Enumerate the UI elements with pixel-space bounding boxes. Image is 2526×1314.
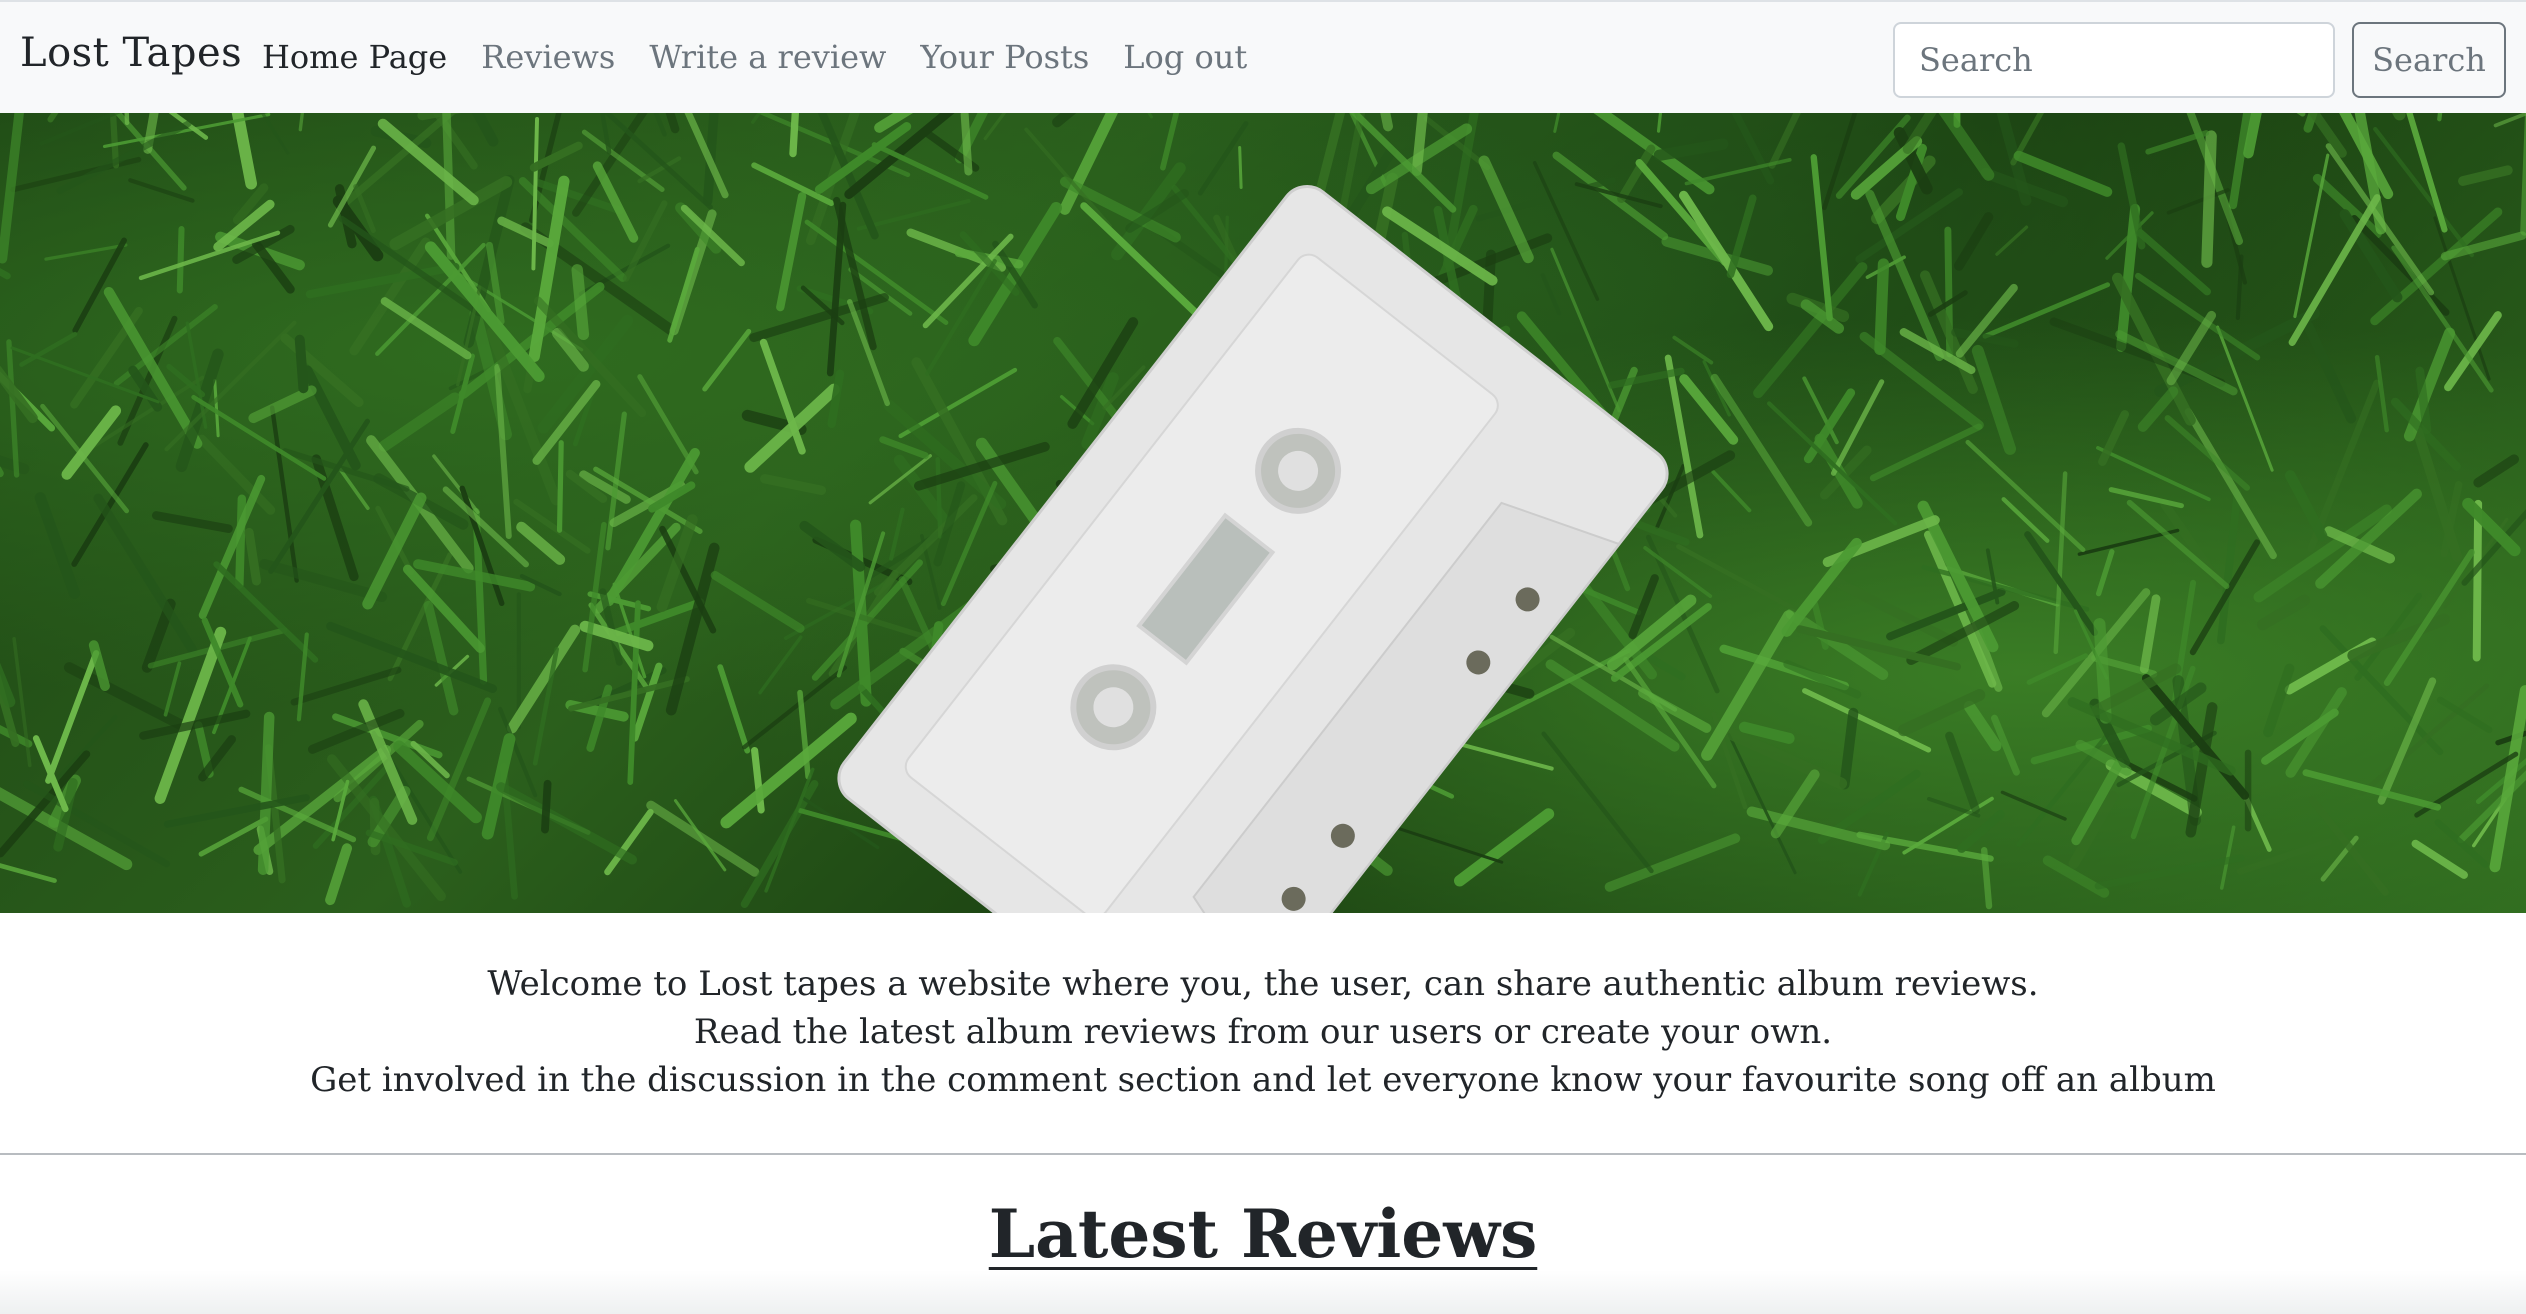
cassette-on-grass-illustration: [0, 113, 2526, 913]
search-button[interactable]: Search: [2352, 22, 2506, 98]
welcome-text: Welcome to Lost tapes a website where yo…: [0, 960, 2526, 1104]
navbar: Lost Tapes Home Page Reviews Write a rev…: [0, 0, 2526, 113]
content-shadow: [0, 1270, 2526, 1314]
nav-links: Home Page Reviews Write a review Your Po…: [262, 38, 1281, 76]
nav-reviews[interactable]: Reviews: [481, 38, 615, 76]
latest-reviews-heading: Latest Reviews: [988, 1195, 1538, 1273]
nav-log-out[interactable]: Log out: [1123, 38, 1247, 76]
nav-home-page[interactable]: Home Page: [262, 38, 447, 76]
section-divider: [0, 1153, 2526, 1155]
welcome-line-1: Welcome to Lost tapes a website where yo…: [487, 964, 2039, 1004]
welcome-line-2: Read the latest album reviews from our u…: [693, 1012, 1833, 1052]
nav-write-review[interactable]: Write a review: [649, 38, 886, 76]
welcome-line-3: Get involved in the discussion in the co…: [310, 1060, 2216, 1100]
nav-your-posts[interactable]: Your Posts: [920, 38, 1089, 76]
search-input[interactable]: [1893, 22, 2335, 98]
cassette-tape-icon: [837, 185, 1669, 913]
brand-logo[interactable]: Lost Tapes: [20, 30, 242, 76]
hero-image: [0, 113, 2526, 913]
